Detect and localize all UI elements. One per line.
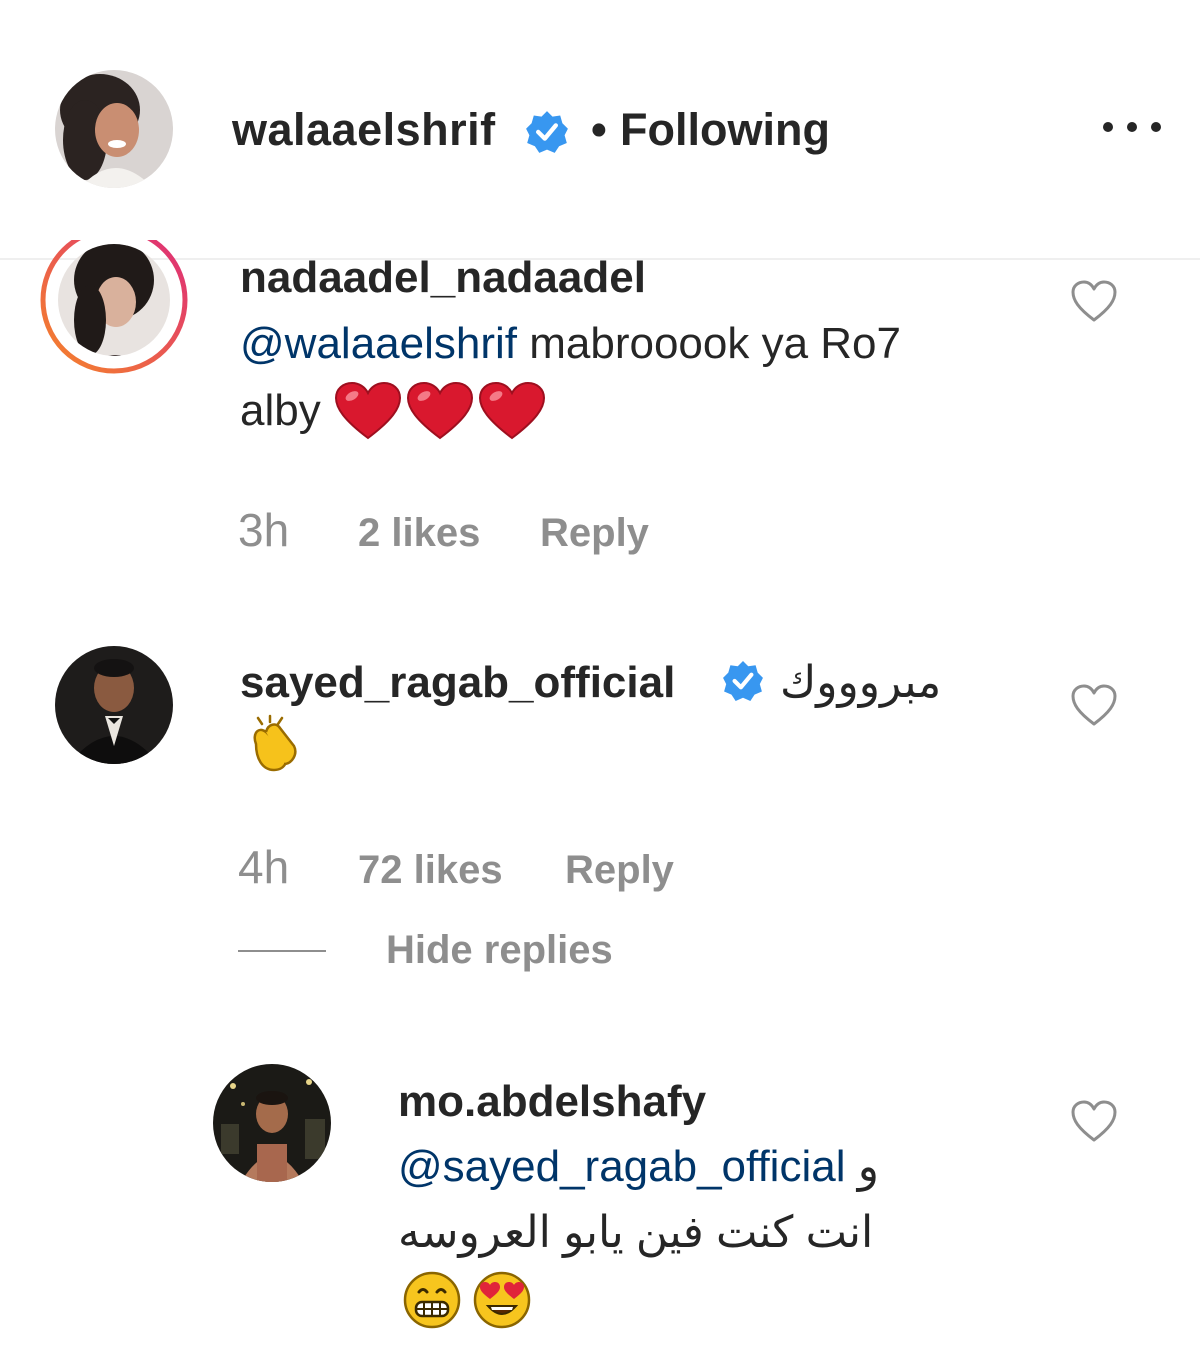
grinning-face-icon [402, 1270, 462, 1330]
comment-likes-count[interactable]: 72 likes [358, 845, 503, 895]
hide-replies-button[interactable]: Hide replies [386, 925, 613, 975]
red-heart-icon [406, 382, 474, 440]
comment-text: @walaaelshrif mabrooook ya Ro7 [240, 313, 901, 375]
comment-text-line1: mabrooook ya Ro7 [517, 319, 901, 368]
comment-text-line2: alby [240, 386, 321, 435]
verified-badge-icon [722, 660, 764, 702]
reply-mention[interactable]: @sayed_ragab_official [398, 1142, 845, 1191]
red-heart-icon [478, 382, 546, 440]
heart-eyes-face-icon [472, 1270, 532, 1330]
like-reply-heart-icon[interactable] [1070, 1099, 1118, 1143]
reply-button[interactable]: Reply [540, 508, 649, 558]
comment-username[interactable]: sayed_ragab_official [240, 654, 675, 712]
comment-timestamp[interactable]: 3h [238, 505, 289, 555]
comment-text: مبروووك [780, 658, 942, 707]
like-comment-heart-icon[interactable] [1070, 279, 1118, 323]
replier-avatar[interactable] [213, 1064, 331, 1182]
replies-divider-line [238, 950, 326, 952]
following-button[interactable]: Following [620, 100, 830, 160]
like-comment-heart-icon[interactable] [1070, 683, 1118, 727]
reply-username[interactable]: mo.abdelshafy [398, 1073, 706, 1131]
header-separator: • [591, 104, 607, 155]
more-options-icon[interactable] [1100, 112, 1164, 142]
commenter-avatar[interactable] [55, 646, 173, 764]
comment-mention[interactable]: @walaaelshrif [240, 319, 517, 368]
commenter-avatar-story-ring[interactable] [40, 240, 188, 374]
post-header: walaaelshrif • Following [0, 0, 1200, 260]
reply-text-prefix: و [857, 1142, 879, 1191]
comment-username[interactable]: nadaadel_nadaadel [240, 249, 646, 307]
verified-badge-icon [525, 110, 569, 154]
clapping-hands-icon [244, 714, 304, 774]
reply-text-line2: انت كنت فين يابو العروسه [398, 1208, 874, 1257]
author-username[interactable]: walaaelshrif [232, 100, 496, 160]
reply-button[interactable]: Reply [565, 845, 674, 895]
author-avatar[interactable] [55, 70, 173, 188]
red-heart-icon [334, 382, 402, 440]
reply-text-line1: @sayed_ragab_official و [398, 1136, 879, 1198]
comment-timestamp[interactable]: 4h [238, 842, 289, 892]
comment-likes-count[interactable]: 2 likes [358, 508, 480, 558]
